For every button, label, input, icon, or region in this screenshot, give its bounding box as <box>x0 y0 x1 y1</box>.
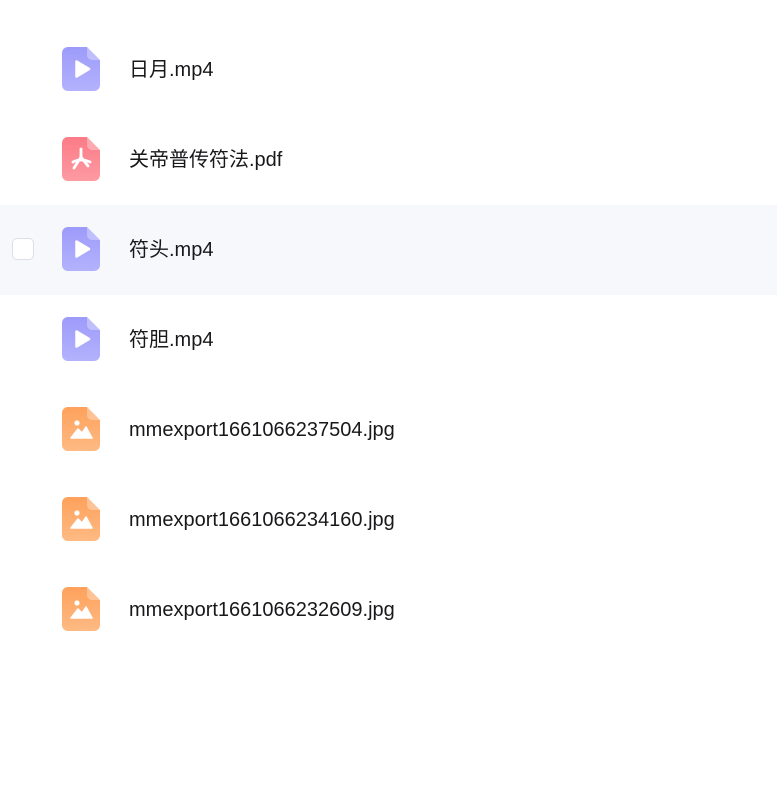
file-row[interactable]: 日月.mp4 <box>0 25 777 115</box>
file-name[interactable]: 符胆.mp4 <box>129 328 213 352</box>
file-name[interactable]: mmexport1661066232609.jpg <box>129 598 395 622</box>
file-name[interactable]: mmexport1661066237504.jpg <box>129 418 395 442</box>
file-name[interactable]: 关帝普传符法.pdf <box>129 148 282 172</box>
pdf-file-icon <box>62 137 100 181</box>
file-name[interactable]: 符头.mp4 <box>129 238 213 262</box>
row-checkbox[interactable] <box>12 238 34 260</box>
video-file-icon <box>62 317 100 361</box>
file-row[interactable]: 符头.mp4 <box>0 205 777 295</box>
video-file-icon <box>62 227 100 271</box>
file-row[interactable]: mmexport1661066234160.jpg <box>0 475 777 565</box>
file-name[interactable]: mmexport1661066234160.jpg <box>129 508 395 532</box>
file-row[interactable]: 关帝普传符法.pdf <box>0 115 777 205</box>
file-list: 日月.mp4 关帝普传符法.pdf 符头.mp4 符胆.mp4 mmexport… <box>0 25 777 655</box>
video-file-icon <box>62 47 100 91</box>
image-file-icon <box>62 497 100 541</box>
image-file-icon <box>62 407 100 451</box>
file-name[interactable]: 日月.mp4 <box>129 58 213 82</box>
image-file-icon <box>62 587 100 631</box>
file-row[interactable]: mmexport1661066237504.jpg <box>0 385 777 475</box>
file-row[interactable]: 符胆.mp4 <box>0 295 777 385</box>
file-row[interactable]: mmexport1661066232609.jpg <box>0 565 777 655</box>
